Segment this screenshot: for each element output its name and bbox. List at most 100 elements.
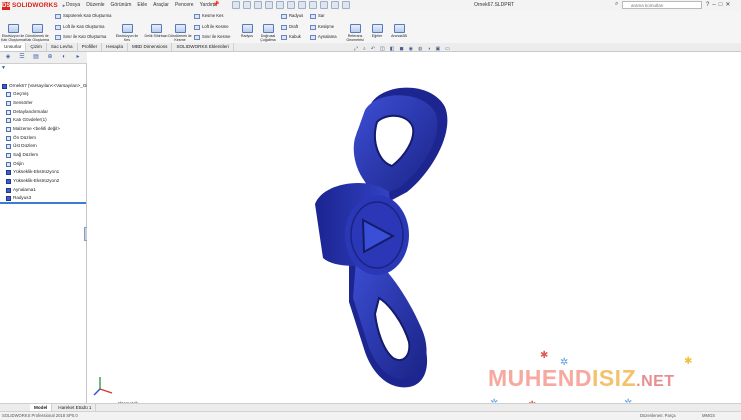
reference-geometry-icon [349, 24, 361, 33]
linear-pattern-button[interactable]: Doğrusal Çoğaltma [255, 24, 281, 42]
select-arrow-icon[interactable] [309, 1, 317, 9]
rib-button[interactable]: Radyus [281, 13, 303, 19]
shell-button[interactable]: Kabuk [281, 34, 301, 40]
property-manager-tab-icon[interactable]: ☰ [16, 53, 28, 62]
zoom-area-icon[interactable]: ⌕ [363, 46, 366, 52]
tree-item-fillet3[interactable]: Radyus3 [6, 195, 31, 201]
lofted-cut-button[interactable]: Loft ile Kesme [194, 24, 229, 30]
home-icon[interactable] [232, 1, 240, 9]
open-folder-icon[interactable] [254, 1, 262, 9]
revolve-cut-button[interactable]: Döndürerek ile Kesme [167, 24, 193, 42]
undo-icon[interactable] [287, 1, 295, 9]
wrap-button[interactable]: Sar [310, 13, 325, 19]
edit-appearance-icon[interactable]: ◍ [418, 46, 422, 52]
tree-item-front-plane[interactable]: Ön Düzlem [6, 135, 36, 141]
boundary-boss-button[interactable]: Sınır ile Katı Oluşturma [55, 34, 106, 40]
new-document-icon[interactable] [243, 1, 251, 9]
graphics-area[interactable] [87, 52, 741, 403]
menu-window[interactable]: Pencere [175, 1, 194, 10]
extrude-boss-button[interactable]: Ekstrüzyon ile Katı Oluşturma [0, 24, 26, 42]
tree-item-extrude1[interactable]: Yükseklik-Ekstrüzyon1 [6, 169, 59, 175]
extrude-cut-button[interactable]: Ekstrüzyon ile Kes [114, 24, 140, 42]
feature-tree-tab-icon[interactable]: ◈ [2, 53, 14, 62]
display-manager-tab-icon[interactable]: ◐ [58, 53, 70, 62]
close-button[interactable]: ✕ [725, 0, 730, 10]
menu-edit[interactable]: Düzenle [86, 1, 104, 10]
tree-item-solid-bodies[interactable]: Katı Gövdeler(1) [6, 117, 47, 123]
tree-root[interactable]: Ornek67 (Varsayılan<<Varsayılan>_Gö [2, 83, 89, 89]
view-orientation-icon[interactable]: ◧ [390, 46, 395, 52]
tab-solidworks-addins[interactable]: SOLIDWORKS Eklentileri [172, 43, 234, 51]
intersect-button[interactable]: Kesişme [310, 24, 334, 30]
expand-tabs-icon[interactable]: ▸ [72, 53, 84, 62]
tab-profiles[interactable]: Profiller [78, 43, 103, 51]
previous-view-icon[interactable]: ↶ [371, 46, 375, 52]
plane-icon [6, 143, 11, 149]
display-style-icon[interactable]: ◼ [400, 46, 404, 52]
tab-mbd-dimensions[interactable]: MBD Dimensions [128, 43, 173, 51]
boundary-icon [55, 34, 61, 40]
tab-features[interactable]: Unsurlar [0, 43, 27, 51]
sweep-icon [55, 13, 61, 19]
quick-access-toolbar [232, 1, 350, 9]
draft-button[interactable]: Draft [281, 24, 298, 30]
hole-wizard-button[interactable]: Delik Sihirbazı [143, 24, 169, 38]
menu-tools[interactable]: Araçlar [153, 1, 169, 10]
tree-item-annotations[interactable]: Detaylandırmalar [6, 109, 48, 115]
tree-item-sensors[interactable]: Sensörler [6, 100, 33, 106]
sweep-boss-button[interactable]: Süpürerek Katı Oluşturma [55, 13, 111, 19]
rebuild-icon[interactable] [320, 1, 328, 9]
configuration-tab-icon[interactable]: ▤ [30, 53, 42, 62]
tree-item-extrude2[interactable]: Yükseklik-Ekstrüzyon2 [6, 178, 59, 184]
zoom-to-fit-icon[interactable]: ⤢ [354, 46, 358, 52]
tree-item-history[interactable]: Geçmiş [6, 91, 29, 97]
tree-item-right-plane[interactable]: Sağ Düzlem [6, 152, 38, 158]
filter-icon[interactable]: ▼ [1, 65, 6, 71]
tree-item-mirror1[interactable]: Aynalama1 [6, 187, 36, 193]
redo-icon[interactable] [298, 1, 306, 9]
menu-bar: Dosya Düzenle Görünüm Ekle Araçlar Pence… [66, 1, 215, 10]
rollback-bar[interactable] [0, 202, 86, 204]
tree-item-material[interactable]: Malzeme <belirli değil> [6, 126, 60, 132]
solidworks-logo[interactable]: DS SOLIDWORKS ▸ [2, 1, 65, 10]
annotation-icon [6, 109, 11, 115]
save-icon[interactable] [265, 1, 273, 9]
mirror-button[interactable]: Aynalama [310, 34, 337, 40]
section-view-icon[interactable]: ◫ [380, 46, 385, 52]
search-input[interactable]: arama komutları [622, 1, 702, 9]
menu-file[interactable]: Dosya [66, 1, 80, 10]
apply-scene-icon[interactable]: ◑ [427, 46, 430, 52]
draft-icon [281, 24, 287, 30]
minimize-button[interactable]: – [712, 0, 715, 10]
curves-icon [371, 24, 383, 33]
monitor-icon[interactable]: ▭ [445, 46, 450, 52]
menu-insert[interactable]: Ekle [137, 1, 147, 10]
hide-show-icon[interactable]: ◉ [409, 46, 413, 52]
maximize-button[interactable]: □ [719, 0, 723, 10]
swept-cut-button[interactable]: Kesme Kes [194, 13, 223, 19]
loft-boss-button[interactable]: Loft ile Katı Oluşturma [55, 24, 104, 30]
app-name: SOLIDWORKS [12, 2, 58, 9]
tab-evaluate[interactable]: Hesapla [102, 43, 128, 51]
revolve-boss-button[interactable]: Döndürerek ile Katı Oluşturma [24, 24, 50, 42]
options-gear-icon[interactable] [342, 1, 350, 9]
dimxpert-tab-icon[interactable]: ⊕ [44, 53, 56, 62]
command-manager: Ekstrüzyon ile Katı Oluşturma Döndürerek… [0, 11, 741, 44]
mirror-icon [310, 34, 316, 40]
menu-view[interactable]: Görünüm [111, 1, 132, 10]
tab-sketch[interactable]: Çizim [26, 43, 47, 51]
tree-item-origin[interactable]: Orijin [6, 161, 24, 167]
file-properties-icon[interactable] [331, 1, 339, 9]
help-icon[interactable]: ? [706, 0, 709, 10]
print-icon[interactable] [276, 1, 284, 9]
plane-icon [6, 135, 11, 141]
tab-sheet-metal[interactable]: Sac Levha [47, 43, 78, 51]
view-settings-icon[interactable]: ▣ [435, 46, 440, 52]
instant3d-button[interactable]: Anında3B [386, 24, 412, 38]
search-icon[interactable]: ⌕ [615, 1, 618, 8]
boundary-cut-button[interactable]: Sınır ile Kesme [194, 34, 230, 40]
pin-icon[interactable]: 📌 [212, 1, 219, 8]
tree-item-top-plane[interactable]: Üst Düzlem [6, 143, 37, 149]
intersect-icon [310, 24, 316, 30]
origin-icon [6, 161, 11, 167]
